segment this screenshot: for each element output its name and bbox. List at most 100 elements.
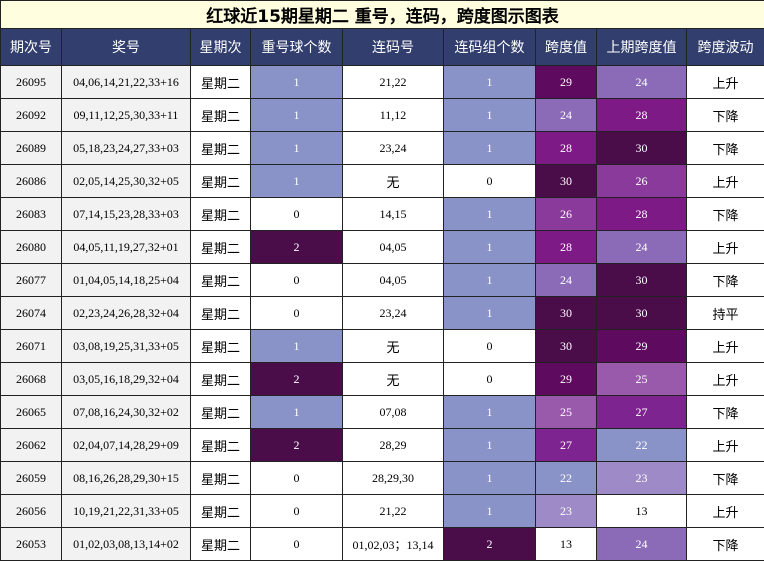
- cell-lianma: 11,12: [342, 98, 444, 132]
- cell-span: 23: [535, 494, 597, 528]
- cell-numbers: 02,23,24,26,28,32+04: [61, 296, 191, 330]
- table-row: 26062 02,04,07,14,28,29+09 星期二 2 28,29 1 27 22 上…: [0, 428, 764, 462]
- cell-span-trend: 下降: [685, 461, 764, 495]
- cell-weekday: 星期二: [190, 131, 251, 165]
- cell-span: 13: [535, 527, 597, 561]
- cell-lianma: 28,29: [342, 428, 444, 462]
- header-span-trend: 跨度波动: [685, 28, 764, 66]
- header-issue: 期次号: [0, 28, 62, 66]
- cell-span: 30: [535, 296, 597, 330]
- table-row: 26077 01,04,05,14,18,25+04 星期二 0 04,05 1 24 30 下…: [0, 263, 764, 297]
- cell-span-trend: 上升: [685, 230, 764, 264]
- table-row: 26074 02,23,24,26,28,32+04 星期二 0 23,24 1 30 30 持…: [0, 296, 764, 330]
- cell-prev-span: 25: [596, 362, 687, 396]
- cell-prev-span: 13: [596, 494, 687, 528]
- cell-lianma-groups: 1: [443, 197, 536, 231]
- cell-issue: 26059: [0, 461, 62, 495]
- cell-prev-span: 27: [596, 395, 687, 429]
- cell-weekday: 星期二: [190, 494, 251, 528]
- cell-prev-span: 30: [596, 131, 687, 165]
- cell-lianma: 无: [342, 329, 444, 363]
- cell-span: 25: [535, 395, 597, 429]
- cell-weekday: 星期二: [190, 296, 251, 330]
- cell-numbers: 01,04,05,14,18,25+04: [61, 263, 191, 297]
- header-prev-span: 上期跨度值: [596, 28, 687, 66]
- cell-span: 28: [535, 131, 597, 165]
- cell-span-trend: 上升: [685, 494, 764, 528]
- cell-repeat-count: 2: [250, 362, 343, 396]
- cell-prev-span: 28: [596, 98, 687, 132]
- cell-issue: 26077: [0, 263, 62, 297]
- cell-lianma-groups: 1: [443, 395, 536, 429]
- cell-lianma-groups: 1: [443, 131, 536, 165]
- cell-numbers: 02,04,07,14,28,29+09: [61, 428, 191, 462]
- cell-lianma: 07,08: [342, 395, 444, 429]
- cell-repeat-count: 0: [250, 197, 343, 231]
- cell-lianma-groups: 1: [443, 428, 536, 462]
- cell-span-trend: 下降: [685, 263, 764, 297]
- cell-span-trend: 持平: [685, 296, 764, 330]
- cell-lianma-groups: 1: [443, 65, 536, 99]
- cell-span: 30: [535, 164, 597, 198]
- cell-span: 29: [535, 65, 597, 99]
- cell-span-trend: 上升: [685, 329, 764, 363]
- cell-weekday: 星期二: [190, 230, 251, 264]
- cell-span-trend: 上升: [685, 65, 764, 99]
- cell-lianma-groups: 1: [443, 296, 536, 330]
- header-numbers: 奖号: [61, 28, 191, 66]
- table-body: 26095 04,06,14,21,22,33+16 星期二 1 21,22 1 29 24 上…: [0, 65, 764, 561]
- cell-issue: 26068: [0, 362, 62, 396]
- cell-weekday: 星期二: [190, 263, 251, 297]
- cell-span: 28: [535, 230, 597, 264]
- cell-span: 29: [535, 362, 597, 396]
- cell-prev-span: 23: [596, 461, 687, 495]
- cell-prev-span: 26: [596, 164, 687, 198]
- table-row: 26056 10,19,21,22,31,33+05 星期二 0 21,22 1 23 13 上…: [0, 494, 764, 528]
- cell-prev-span: 24: [596, 527, 687, 561]
- cell-lianma: 21,22: [342, 65, 444, 99]
- cell-span: 24: [535, 98, 597, 132]
- table-row: 26068 03,05,16,18,29,32+04 星期二 2 无 0 29 25 上升: [0, 362, 764, 396]
- cell-repeat-count: 2: [250, 428, 343, 462]
- cell-issue: 26071: [0, 329, 62, 363]
- table-row: 26092 09,11,12,25,30,33+11 星期二 1 11,12 1 24 28 下…: [0, 98, 764, 132]
- cell-lianma-groups: 0: [443, 329, 536, 363]
- cell-issue: 26092: [0, 98, 62, 132]
- cell-issue: 26080: [0, 230, 62, 264]
- cell-lianma: 21,22: [342, 494, 444, 528]
- cell-lianma-groups: 1: [443, 461, 536, 495]
- cell-issue: 26065: [0, 395, 62, 429]
- cell-span-trend: 下降: [685, 395, 764, 429]
- cell-lianma: 23,24: [342, 131, 444, 165]
- cell-numbers: 10,19,21,22,31,33+05: [61, 494, 191, 528]
- table-row: 26059 08,16,26,28,29,30+15 星期二 0 28,29,30 1 22…: [0, 461, 764, 495]
- cell-weekday: 星期二: [190, 98, 251, 132]
- cell-span-trend: 下降: [685, 527, 764, 561]
- cell-weekday: 星期二: [190, 527, 251, 561]
- cell-repeat-count: 1: [250, 131, 343, 165]
- table-title: 红球近15期星期二 重号，连码，跨度图示图表: [0, 0, 764, 29]
- table-row: 26089 05,18,23,24,27,33+03 星期二 1 23,24 1 28 30 下…: [0, 131, 764, 165]
- table-row: 26071 03,08,19,25,31,33+05 星期二 1 无 0 30 29 上升: [0, 329, 764, 363]
- table-row: 26053 01,02,03,08,13,14+02 星期二 0 01,02,03；13…: [0, 527, 764, 561]
- table-row: 26086 02,05,14,25,30,32+05 星期二 1 无 0 30 26 上升: [0, 164, 764, 198]
- cell-numbers: 07,14,15,23,28,33+03: [61, 197, 191, 231]
- cell-numbers: 03,05,16,18,29,32+04: [61, 362, 191, 396]
- cell-span: 30: [535, 329, 597, 363]
- header-row: 期次号 奖号 星期次 重号球个数 连码号 连码组个数 跨度值 上期跨度值 跨度波…: [0, 28, 764, 66]
- cell-lianma-groups: 0: [443, 362, 536, 396]
- cell-repeat-count: 1: [250, 395, 343, 429]
- cell-weekday: 星期二: [190, 164, 251, 198]
- header-span: 跨度值: [535, 28, 597, 66]
- cell-prev-span: 22: [596, 428, 687, 462]
- cell-numbers: 07,08,16,24,30,32+02: [61, 395, 191, 429]
- cell-repeat-count: 1: [250, 164, 343, 198]
- cell-lianma-groups: 0: [443, 164, 536, 198]
- cell-weekday: 星期二: [190, 65, 251, 99]
- cell-lianma: 01,02,03；13,14: [342, 527, 444, 561]
- cell-numbers: 03,08,19,25,31,33+05: [61, 329, 191, 363]
- cell-prev-span: 24: [596, 65, 687, 99]
- cell-issue: 26095: [0, 65, 62, 99]
- cell-issue: 26056: [0, 494, 62, 528]
- cell-lianma-groups: 1: [443, 98, 536, 132]
